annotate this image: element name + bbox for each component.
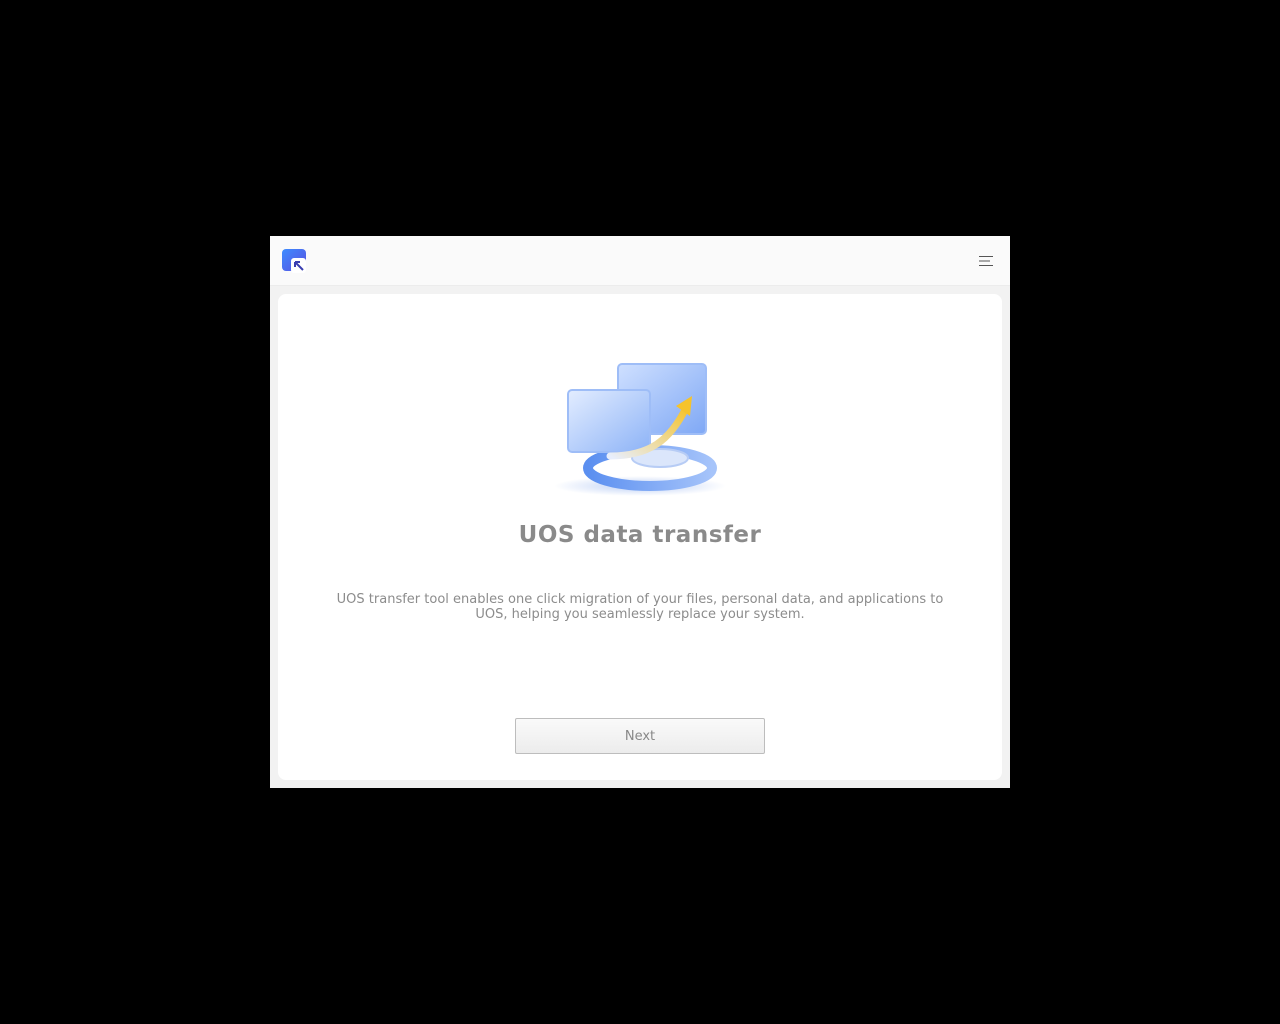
hamburger-menu-icon <box>979 256 993 266</box>
app-icon <box>282 249 306 273</box>
data-transfer-illustration <box>550 360 730 500</box>
description-text: UOS transfer tool enables one click migr… <box>336 592 944 622</box>
app-window: UOS data transfer UOS transfer tool enab… <box>270 236 1010 788</box>
page-title: UOS data transfer <box>518 522 762 548</box>
next-button[interactable]: Next <box>515 718 765 754</box>
main-menu-button[interactable] <box>974 249 998 273</box>
content-card: UOS data transfer UOS transfer tool enab… <box>278 294 1002 780</box>
titlebar <box>270 236 1010 286</box>
